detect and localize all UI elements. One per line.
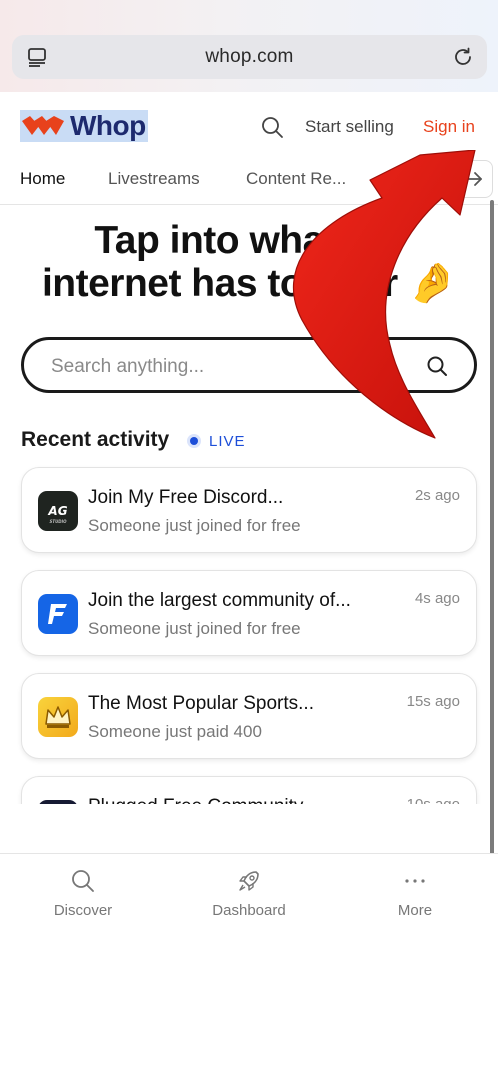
hero-title-line-1: Tap into what the: [94, 219, 404, 262]
activity-card-title: Join My Free Discord...: [88, 487, 284, 508]
tab-livestreams[interactable]: Livestreams: [108, 169, 200, 189]
dark-logo-icon: [38, 800, 78, 804]
crown-icon: [38, 697, 78, 737]
browser-chrome: whop.com: [0, 0, 498, 92]
live-badge: LIVE: [209, 433, 246, 450]
bottom-nav: Discover Dashboard More: [0, 853, 498, 943]
recent-activity-heading: Recent activity: [21, 428, 170, 451]
nav-discover-label: Discover: [53, 902, 113, 919]
main-content: Tap into what the internet has to offer …: [0, 204, 498, 804]
nav-discover[interactable]: Discover: [23, 868, 143, 919]
reader-mode-icon[interactable]: [26, 46, 48, 68]
activity-card-title: Join the largest community of...: [88, 590, 351, 611]
tab-apps[interactable]: App: [425, 169, 455, 189]
tab-home[interactable]: Home: [20, 169, 65, 189]
activity-card-time: 10s ago: [407, 796, 460, 804]
category-tabs: Home Livestreams Content Re... App: [0, 158, 498, 202]
activity-card-time: 2s ago: [414, 487, 460, 504]
logo-text: Whop: [70, 110, 146, 141]
tabs-scroll-right-button[interactable]: [455, 160, 493, 198]
whop-logo[interactable]: Whop: [20, 110, 148, 142]
activity-card-title: The Most Popular Sports...: [88, 693, 314, 714]
hero-title: Tap into what the internet has to offer …: [0, 219, 498, 305]
site-header: Whop Start selling Sign in: [0, 92, 498, 158]
start-selling-link[interactable]: Start selling: [305, 117, 394, 137]
hero-title-line-2: internet has to offer 🤌: [41, 262, 457, 305]
ag-logo-icon: AG STUDIO: [38, 491, 78, 531]
svg-text:STUDIO: STUDIO: [49, 519, 67, 524]
search-icon[interactable]: [426, 355, 448, 377]
search-placeholder: Search anything...: [51, 356, 205, 377]
address-bar[interactable]: whop.com: [12, 35, 487, 79]
search-input[interactable]: Search anything...: [21, 337, 477, 393]
activity-card[interactable]: Join the largest community of... Someone…: [21, 570, 477, 656]
live-dot-icon: [187, 434, 201, 448]
activity-card-subtitle: Someone just joined for free: [88, 619, 301, 638]
nav-dashboard-label: Dashboard: [212, 902, 286, 919]
activity-card-title: Plugged Free Community: [88, 796, 303, 804]
rocket-icon: [239, 871, 259, 891]
nav-more[interactable]: More: [355, 868, 475, 919]
nav-dashboard[interactable]: Dashboard: [189, 868, 309, 919]
nav-more-label: More: [397, 902, 433, 919]
address-url[interactable]: whop.com: [12, 46, 487, 68]
activity-card-subtitle: Someone just joined for free: [88, 516, 301, 535]
tab-content-rewards[interactable]: Content Re...: [246, 169, 346, 189]
search-icon: [72, 870, 94, 892]
arrow-right-icon: [465, 172, 482, 186]
sign-in-link[interactable]: Sign in: [423, 117, 475, 137]
search-icon[interactable]: [260, 115, 284, 139]
activity-card[interactable]: Plugged Free Community 10s ago: [21, 776, 477, 804]
activity-card-subtitle: Someone just paid 400: [88, 722, 262, 741]
reload-icon[interactable]: [452, 46, 474, 68]
activity-card[interactable]: AG STUDIO Join My Free Discord... Someon…: [21, 467, 477, 553]
more-dots-icon: [405, 879, 425, 883]
activity-card[interactable]: The Most Popular Sports... Someone just …: [21, 673, 477, 759]
activity-card-time: 15s ago: [406, 693, 460, 710]
page-scrollbar[interactable]: [490, 200, 494, 930]
activity-card-time: 4s ago: [414, 590, 460, 607]
whop-mark-icon: [22, 116, 64, 135]
f-logo-icon: [38, 594, 78, 634]
svg-text:AG: AG: [47, 504, 67, 518]
